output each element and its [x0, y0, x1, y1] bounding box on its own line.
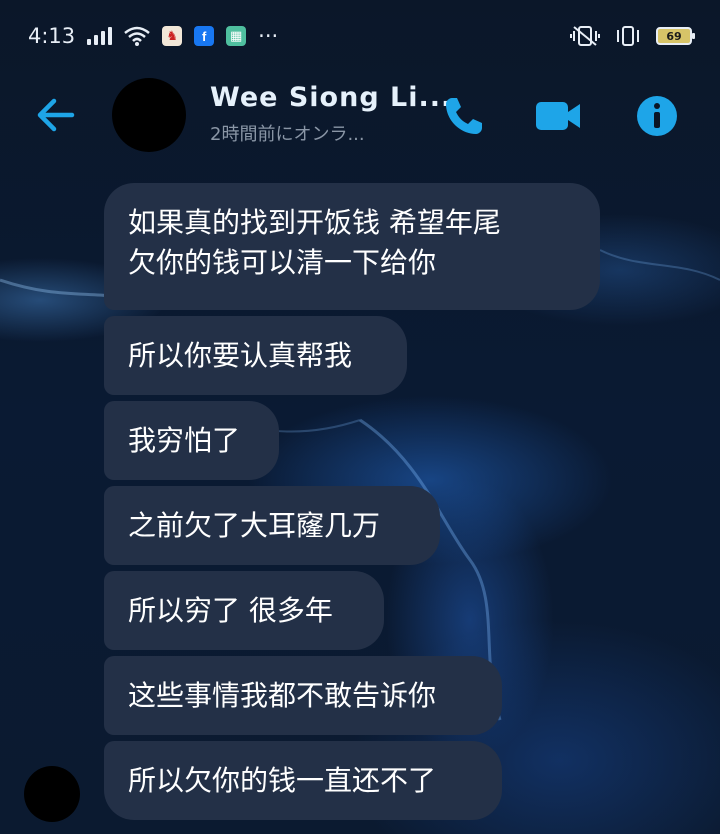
message-text: 这些事情我都不敢告诉你: [128, 679, 437, 712]
message-bubble[interactable]: 所以欠你的钱一直还不了: [104, 741, 502, 820]
message-bubble[interactable]: 我穷怕了: [104, 401, 279, 480]
message-text: 所以欠你的钱一直还不了: [128, 764, 437, 797]
message-bubble[interactable]: 所以穷了 很多年: [104, 571, 384, 650]
message-text: 所以你要认真帮我: [128, 339, 353, 372]
sender-avatar[interactable]: [24, 766, 80, 822]
message-text: 之前欠了大耳窿几万: [128, 509, 381, 542]
message-bubble[interactable]: 这些事情我都不敢告诉你: [104, 656, 502, 735]
message-bubble[interactable]: 之前欠了大耳窿几万: [104, 486, 440, 565]
message-bubble[interactable]: 如果真的找到开饭钱 希望年尾 欠你的钱可以清一下给你: [104, 183, 600, 310]
message-text: 我穷怕了: [128, 424, 241, 457]
message-text: 欠你的钱可以清一下给你: [128, 246, 437, 279]
message-list: 如果真的找到开饭钱 希望年尾 欠你的钱可以清一下给你 所以你要认真帮我 我穷怕了…: [0, 0, 720, 834]
message-text: 所以穷了 很多年: [128, 594, 333, 627]
message-bubble[interactable]: 所以你要认真帮我: [104, 316, 407, 395]
message-text: 如果真的找到开饭钱 希望年尾: [128, 206, 501, 239]
